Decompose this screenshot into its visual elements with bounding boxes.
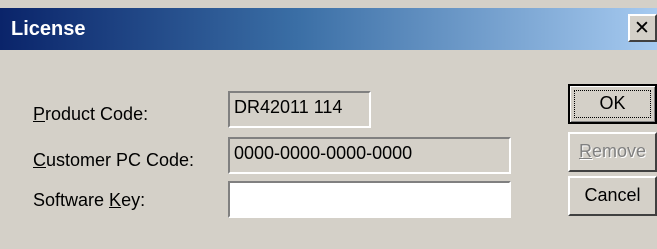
close-button[interactable]: ✕	[628, 14, 657, 42]
window-title: License	[11, 18, 86, 40]
customer-pc-code-label-mnemonic: C	[33, 150, 46, 170]
customer-pc-code-label-text: ustomer PC Code:	[46, 150, 195, 170]
cancel-button[interactable]: Cancel	[568, 176, 657, 216]
title-bar[interactable]: License ✕	[0, 8, 657, 50]
software-key-label-mnemonic: K	[109, 190, 122, 210]
ok-button[interactable]: OK	[568, 84, 657, 124]
license-dialog: License ✕ Product Code: DR42011 114 Cust…	[0, 0, 657, 249]
remove-button[interactable]: Remove	[568, 132, 657, 172]
product-code-field[interactable]: DR42011 114	[228, 91, 371, 128]
software-key-input[interactable]	[228, 181, 511, 218]
customer-pc-code-label: Customer PC Code:	[33, 149, 194, 171]
remove-button-label: emove	[591, 141, 647, 161]
product-code-label: Product Code:	[33, 103, 148, 125]
software-key-label-text-end: ey:	[121, 190, 146, 210]
close-icon: ✕	[634, 17, 650, 39]
remove-button-mnemonic: R	[578, 141, 592, 161]
software-key-label: Software Key:	[33, 189, 145, 211]
product-code-label-text: roduct Code:	[45, 104, 149, 124]
product-code-label-mnemonic: P	[33, 104, 46, 124]
focus-rect	[574, 90, 651, 118]
software-key-label-text: Software	[33, 190, 110, 210]
cancel-button-label: Cancel	[584, 185, 641, 205]
customer-pc-code-field[interactable]: 0000-0000-0000-0000	[228, 137, 511, 174]
